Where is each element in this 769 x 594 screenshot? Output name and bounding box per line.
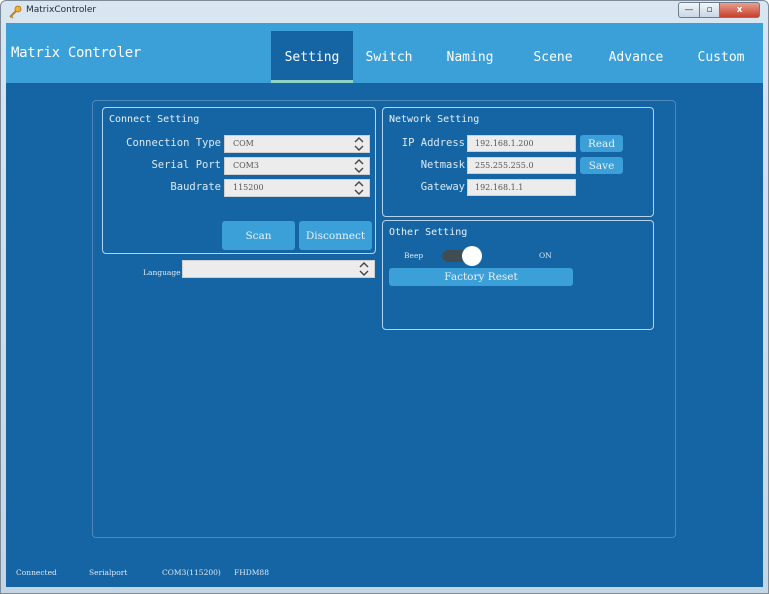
tab-label: Advance — [608, 49, 664, 65]
up-down-arrows-icon — [354, 137, 364, 151]
gateway-input[interactable]: 192.168.1.1 — [467, 179, 576, 196]
beep-label: Beep — [404, 251, 424, 260]
factory-reset-button[interactable]: Factory Reset — [389, 268, 573, 286]
netmask-input[interactable]: 255.255.255.0 — [467, 157, 576, 174]
language-label: Language — [143, 268, 181, 277]
status-port-type: Serialport — [89, 568, 128, 577]
ip-address-label: IP Address — [401, 137, 465, 149]
serial-port-label: Serial Port — [151, 159, 221, 171]
netmask-label: Netmask — [420, 159, 465, 171]
toggle-knob — [462, 246, 482, 266]
tab-custom[interactable]: Custom — [688, 31, 754, 83]
serial-port-value: COM3 — [233, 161, 259, 170]
tab-label: Setting — [284, 49, 340, 65]
beep-toggle[interactable] — [442, 246, 484, 266]
status-connection: Connected — [16, 568, 57, 577]
app-title: Matrix Controler — [11, 45, 142, 61]
gateway-value: 192.168.1.1 — [475, 183, 524, 192]
minimize-button[interactable]: — — [678, 2, 700, 18]
other-setting-title: Other Setting — [389, 227, 468, 238]
up-down-arrows-icon — [359, 262, 369, 276]
connection-type-label: Connection Type — [126, 137, 221, 149]
baudrate-select[interactable]: 115200 — [224, 179, 370, 197]
tab-label: Scene — [533, 49, 573, 65]
gateway-label: Gateway — [420, 181, 465, 193]
network-setting-group: Network Setting IP Address 192.168.1.200… — [382, 107, 654, 217]
client-area: Matrix Controler Setting Switch Naming S… — [6, 23, 763, 587]
app-window: MatrixControler — ▫ x Matrix Controler S… — [0, 0, 769, 594]
ip-address-value: 192.168.1.200 — [475, 139, 534, 148]
tab-setting[interactable]: Setting — [271, 31, 353, 83]
connection-type-value: COM — [233, 139, 254, 148]
connect-setting-title: Connect Setting — [109, 114, 200, 125]
maximize-icon: ▫ — [706, 5, 713, 15]
network-setting-title: Network Setting — [389, 114, 480, 125]
tab-scene[interactable]: Scene — [524, 31, 582, 83]
language-select[interactable] — [182, 260, 375, 278]
tab-label: Naming — [446, 49, 494, 65]
save-button[interactable]: Save — [580, 157, 623, 174]
minimize-icon: — — [684, 5, 694, 15]
beep-state: ON — [539, 251, 552, 260]
other-setting-group: Other Setting Beep ON Factory Reset — [382, 220, 654, 330]
close-icon: x — [736, 5, 743, 15]
tab-switch[interactable]: Switch — [358, 31, 420, 83]
maximize-button[interactable]: ▫ — [700, 2, 720, 18]
connect-setting-group: Connect Setting Connection Type COM Seri… — [102, 107, 376, 254]
window-title: MatrixControler — [26, 5, 97, 15]
baudrate-label: Baudrate — [170, 181, 221, 193]
close-button[interactable]: x — [720, 2, 760, 18]
tab-label: Switch — [365, 49, 413, 65]
netmask-value: 255.255.255.0 — [475, 161, 534, 170]
status-port: COM3(115200) — [162, 568, 221, 577]
ip-address-input[interactable]: 192.168.1.200 — [467, 135, 576, 152]
baudrate-value: 115200 — [233, 183, 264, 192]
title-bar: MatrixControler — ▫ x — [1, 1, 768, 23]
header-bar: Matrix Controler Setting Switch Naming S… — [6, 23, 763, 83]
status-device: FHDM88 — [234, 568, 269, 577]
disconnect-button[interactable]: Disconnect — [299, 221, 372, 250]
tab-naming[interactable]: Naming — [438, 31, 502, 83]
connection-type-select[interactable]: COM — [224, 135, 370, 153]
read-button[interactable]: Read — [580, 135, 623, 152]
key-icon — [9, 5, 22, 19]
scan-button[interactable]: Scan — [222, 221, 295, 250]
up-down-arrows-icon — [354, 159, 364, 173]
tab-label: Custom — [697, 49, 745, 65]
serial-port-select[interactable]: COM3 — [224, 157, 370, 175]
up-down-arrows-icon — [354, 181, 364, 195]
tab-advance[interactable]: Advance — [602, 31, 670, 83]
